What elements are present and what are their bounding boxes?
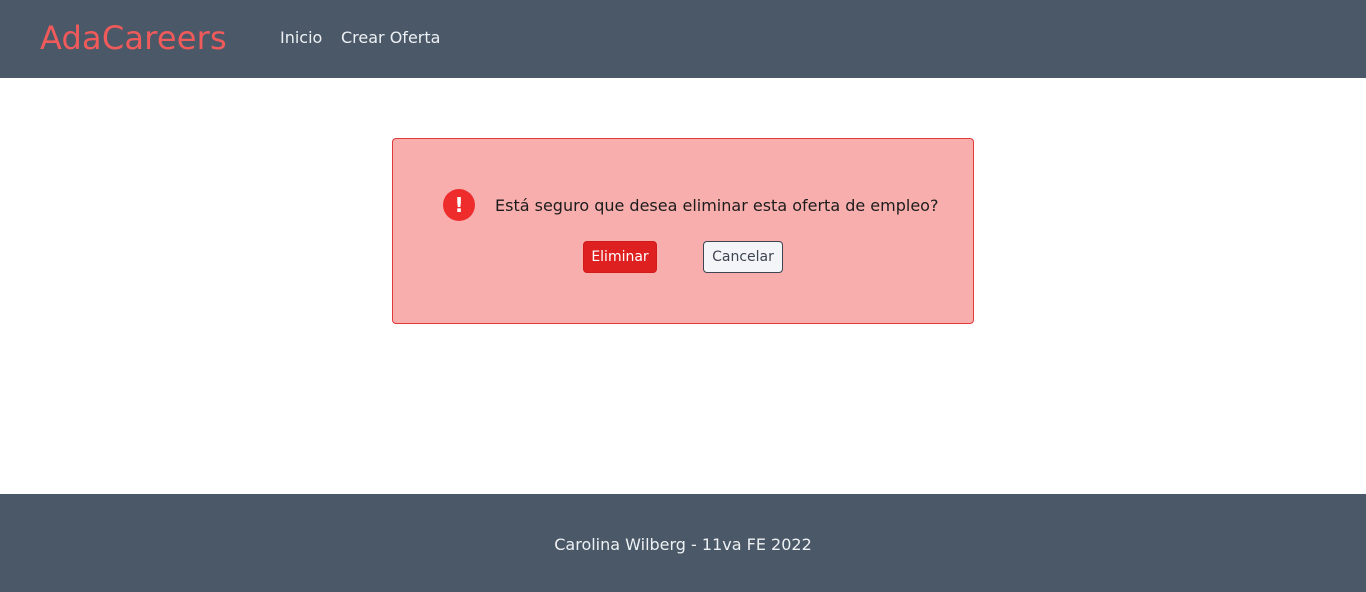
brand-logo[interactable]: AdaCareers — [40, 18, 227, 58]
cancel-button[interactable]: Cancelar — [703, 241, 783, 273]
nav-link-inicio[interactable]: Inicio — [280, 28, 322, 48]
footer-credits: Carolina Wilberg - 11va FE 2022 — [554, 535, 812, 554]
delete-button[interactable]: Eliminar — [583, 241, 657, 273]
exclamation-circle-icon: ! — [443, 189, 475, 221]
top-navbar: AdaCareers Inicio Crear Oferta — [0, 0, 1366, 78]
nav-link-crear-oferta[interactable]: Crear Oferta — [341, 28, 440, 48]
page-footer: Carolina Wilberg - 11va FE 2022 — [0, 494, 1366, 592]
confirmation-message: Está seguro que desea eliminar esta ofer… — [495, 196, 939, 215]
delete-confirmation-dialog: ! Está seguro que desea eliminar esta of… — [392, 138, 974, 324]
